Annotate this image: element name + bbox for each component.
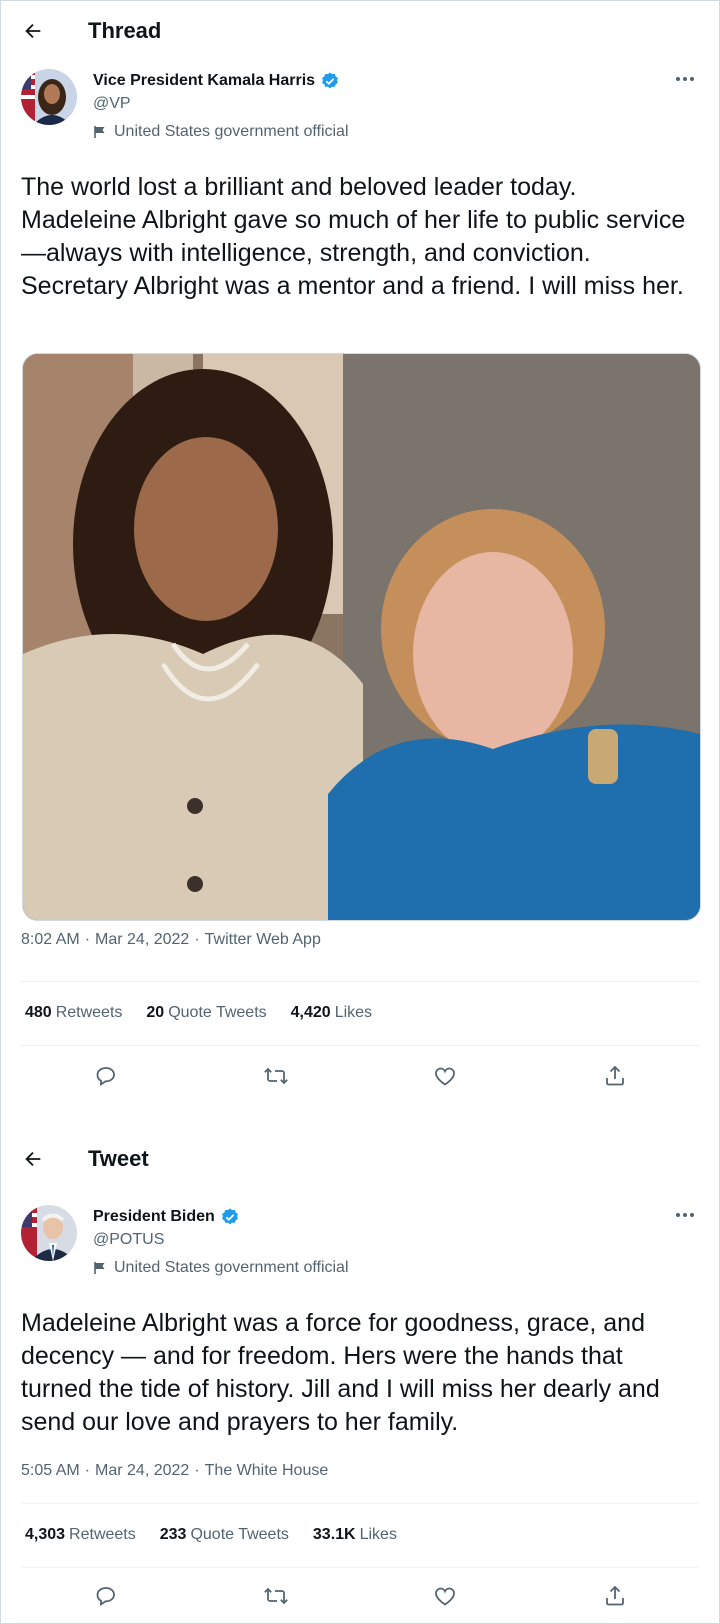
tweet-header: Tweet — [1, 1129, 719, 1189]
page-title: Tweet — [88, 1146, 149, 1171]
tweet-time[interactable]: 8:02 AM — [21, 931, 80, 948]
tweet-text: Madeleine Albright was a force for goodn… — [21, 1309, 667, 1436]
meta-separator: · — [84, 1462, 91, 1479]
verified-badge-icon — [320, 71, 340, 91]
author-name: Vice President Kamala Harris — [93, 72, 316, 89]
divider — [21, 1045, 699, 1046]
author-handle[interactable]: @POTUS — [93, 1231, 164, 1249]
flag-icon — [93, 1261, 107, 1275]
author-name-row[interactable]: President Biden — [93, 1207, 240, 1227]
verified-badge-icon — [220, 1207, 240, 1227]
likes-count: 4,420 — [290, 1004, 331, 1021]
quote-tweets-stat[interactable]: 20 Quote Tweets — [146, 1004, 266, 1022]
quote-tweets-count: 20 — [146, 1004, 165, 1021]
government-label: United States government official — [93, 1259, 349, 1277]
back-arrow-icon[interactable] — [21, 1147, 45, 1171]
likes-label: Likes — [334, 1004, 373, 1021]
tweet-text: The world lost a brilliant and beloved l… — [21, 173, 686, 300]
government-label-text: United States government official — [114, 123, 349, 140]
retweets-label: Retweets — [55, 1004, 123, 1021]
likes-stat[interactable]: 4,420 Likes — [291, 1004, 372, 1022]
app-frame: Thread Vice President Kamala Harris @VP … — [0, 0, 720, 1624]
retweets-stat[interactable]: 480 Retweets — [25, 1004, 122, 1022]
meta-separator: · — [194, 931, 200, 948]
avatar[interactable] — [21, 69, 77, 125]
tweet-actions — [1, 1056, 719, 1096]
more-icon[interactable] — [673, 1203, 697, 1227]
tweet-meta: 8:02 AM · Mar 24, 2022 · Twitter Web App — [21, 931, 321, 949]
tweet-time[interactable]: 5:05 AM — [21, 1462, 80, 1479]
flag-icon — [93, 125, 107, 139]
quote-tweets-stat[interactable]: 233 Quote Tweets — [160, 1526, 289, 1544]
like-icon[interactable] — [425, 1576, 465, 1616]
tweet-source[interactable]: Twitter Web App — [205, 931, 321, 948]
tweet-photo[interactable] — [22, 353, 701, 921]
retweets-count: 480 — [25, 1004, 52, 1021]
thread-header: Thread — [1, 1, 719, 61]
meta-separator: · — [194, 1462, 200, 1479]
retweets-label: Retweets — [69, 1526, 136, 1543]
government-label: United States government official — [93, 123, 349, 141]
page-title: Thread — [88, 18, 162, 43]
tweet-source[interactable]: The White House — [205, 1462, 329, 1479]
reply-icon[interactable] — [86, 1056, 126, 1096]
likes-count: 33.1K — [312, 1526, 356, 1543]
divider — [21, 981, 699, 982]
like-icon[interactable] — [425, 1056, 465, 1096]
likes-label: Likes — [359, 1526, 397, 1543]
avatar[interactable] — [21, 1205, 77, 1261]
tweet-stats: 4,303 Retweets 233 Quote Tweets 33.1K Li… — [25, 1526, 421, 1544]
retweet-icon[interactable] — [256, 1056, 296, 1096]
likes-stat[interactable]: 33.1K Likes — [313, 1526, 397, 1544]
tweet-actions — [1, 1576, 719, 1616]
author-name: President Biden — [93, 1208, 215, 1225]
quote-tweets-count: 233 — [159, 1526, 187, 1543]
quote-tweets-label: Quote Tweets — [190, 1526, 289, 1543]
retweets-stat[interactable]: 4,303 Retweets — [25, 1526, 136, 1544]
tweet-date[interactable]: Mar 24, 2022 — [95, 931, 189, 948]
tweet-meta: 5:05 AM · Mar 24, 2022 · The White House — [21, 1462, 328, 1480]
divider — [21, 1567, 699, 1568]
tweet-date[interactable]: Mar 24, 2022 — [95, 1462, 189, 1479]
reply-icon[interactable] — [86, 1576, 126, 1616]
retweets-count: 4,303 — [25, 1526, 66, 1543]
share-icon[interactable] — [595, 1056, 635, 1096]
author-name-row[interactable]: Vice President Kamala Harris — [93, 71, 340, 91]
retweet-icon[interactable] — [256, 1576, 296, 1616]
more-icon[interactable] — [673, 67, 697, 91]
quote-tweets-label: Quote Tweets — [168, 1004, 267, 1021]
government-label-text: United States government official — [114, 1259, 349, 1276]
meta-separator: · — [84, 931, 91, 948]
share-icon[interactable] — [595, 1576, 635, 1616]
author-handle[interactable]: @VP — [93, 95, 131, 113]
back-arrow-icon[interactable] — [21, 19, 45, 43]
divider — [21, 1503, 699, 1504]
tweet-stats: 480 Retweets 20 Quote Tweets 4,420 Likes — [25, 1004, 396, 1022]
